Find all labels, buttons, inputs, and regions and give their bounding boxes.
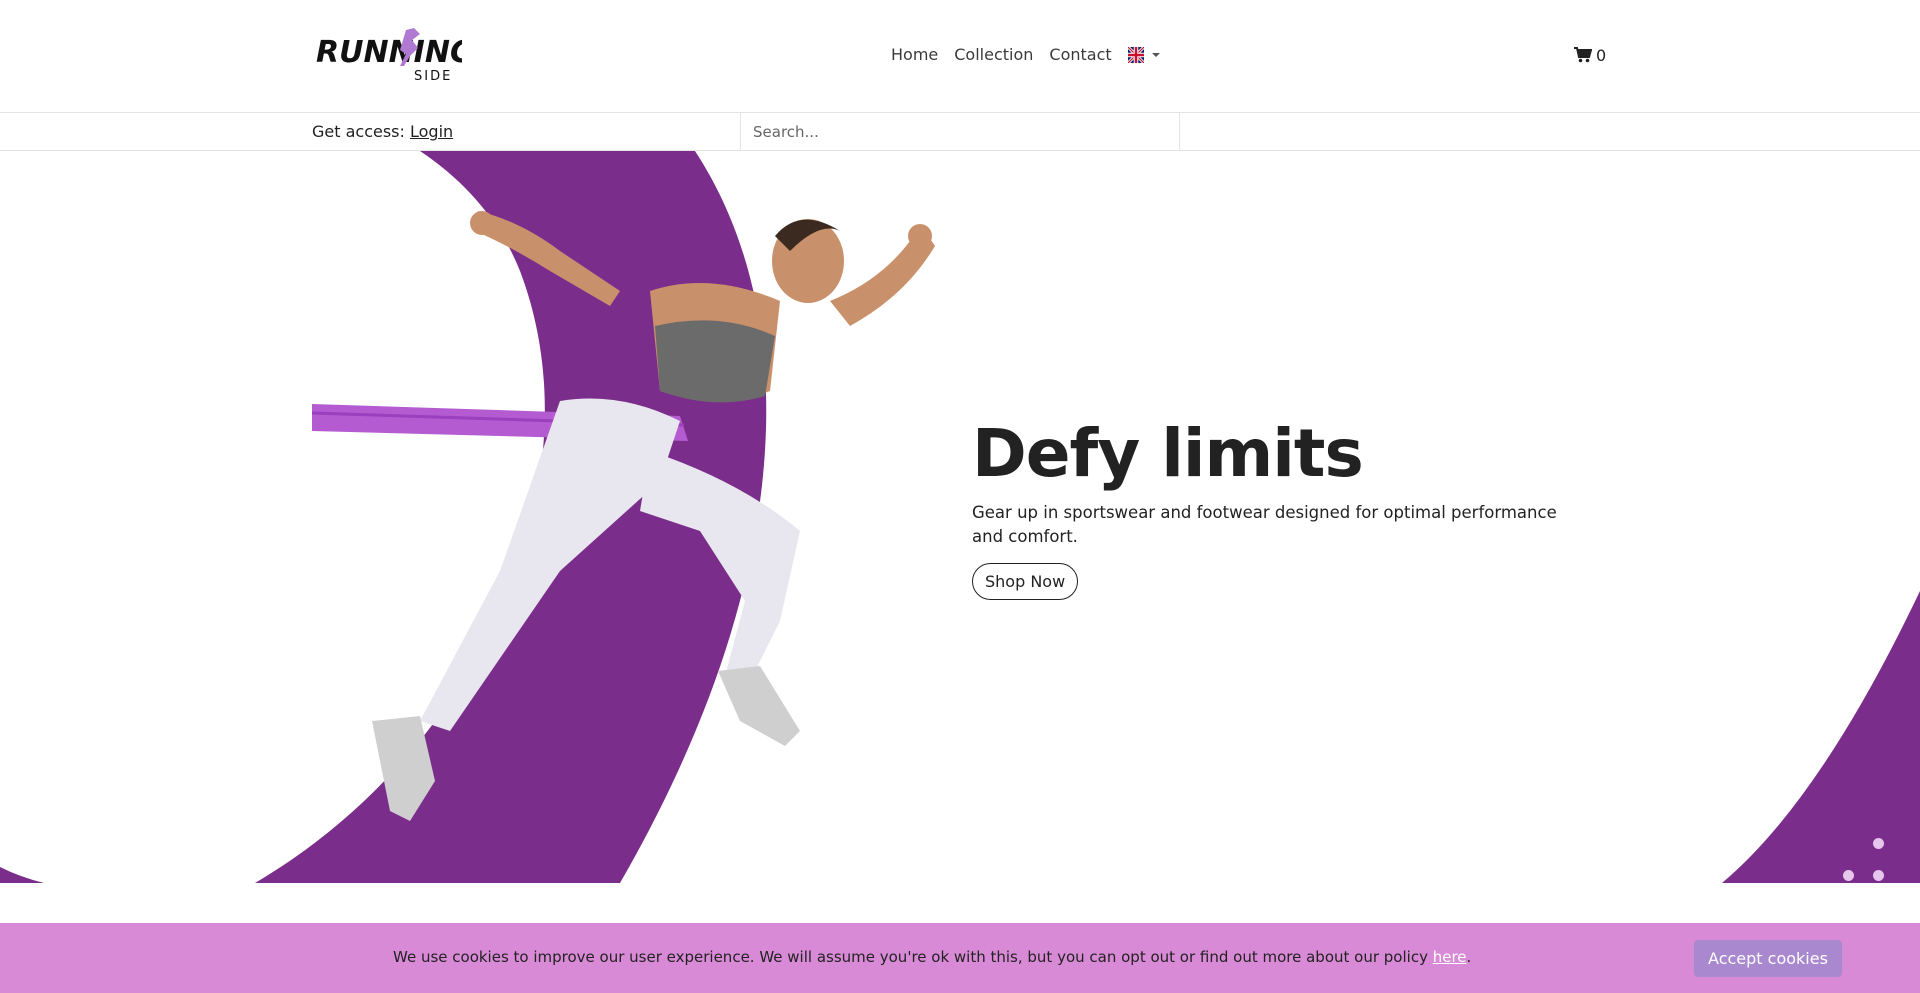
cookie-message-text: We use cookies to improve our user exper… — [393, 948, 1433, 966]
cookie-banner: We use cookies to improve our user exper… — [0, 923, 1920, 993]
purple-corner-shape — [0, 867, 44, 883]
cookie-message-period: . — [1466, 948, 1472, 966]
search-box — [740, 113, 1180, 151]
logo-subtext: SIDE — [414, 69, 452, 84]
accept-cookies-button[interactable]: Accept cookies — [1694, 940, 1842, 977]
brand-logo[interactable]: RUNNING SIDE — [314, 26, 462, 84]
nav-collection[interactable]: Collection — [946, 43, 1041, 67]
nav-contact[interactable]: Contact — [1041, 43, 1119, 67]
purple-right-arc-shape — [1722, 591, 1920, 883]
site-header: RUNNING SIDE Home Collection Contact 0 — [0, 0, 1920, 113]
hero-content: Defy limits Gear up in sportswear and fo… — [972, 421, 1592, 600]
uk-flag-icon — [1127, 47, 1144, 63]
access-label: Get access: — [312, 122, 405, 141]
cookie-policy-link[interactable]: here — [1433, 948, 1467, 966]
hero-image — [0, 151, 1920, 883]
hero-title: Defy limits — [972, 415, 1364, 492]
cookie-message: We use cookies to improve our user exper… — [393, 948, 1471, 966]
decor-dot — [1843, 870, 1854, 881]
cart-icon — [1574, 47, 1592, 63]
decor-dot — [1873, 870, 1884, 881]
search-input[interactable] — [741, 113, 1179, 151]
access-text: Get access: Login — [312, 122, 453, 141]
chevron-down-icon — [1151, 53, 1160, 57]
hero-subtitle: Gear up in sportswear and footwear desig… — [972, 503, 1557, 546]
language-selector[interactable] — [1127, 43, 1160, 67]
main-nav: Home Collection Contact — [883, 43, 1160, 67]
decor-dot — [1873, 838, 1884, 849]
access-search-bar: Get access: Login — [0, 113, 1920, 151]
shop-now-button[interactable]: Shop Now — [972, 563, 1079, 600]
cart-button[interactable]: 0 — [1574, 43, 1606, 67]
hero-section: Defy limits Gear up in sportswear and fo… — [0, 151, 1920, 883]
logo-text: RUNNING — [316, 35, 462, 70]
cart-count: 0 — [1596, 45, 1607, 65]
login-link[interactable]: Login — [410, 122, 453, 141]
nav-home[interactable]: Home — [883, 43, 946, 67]
